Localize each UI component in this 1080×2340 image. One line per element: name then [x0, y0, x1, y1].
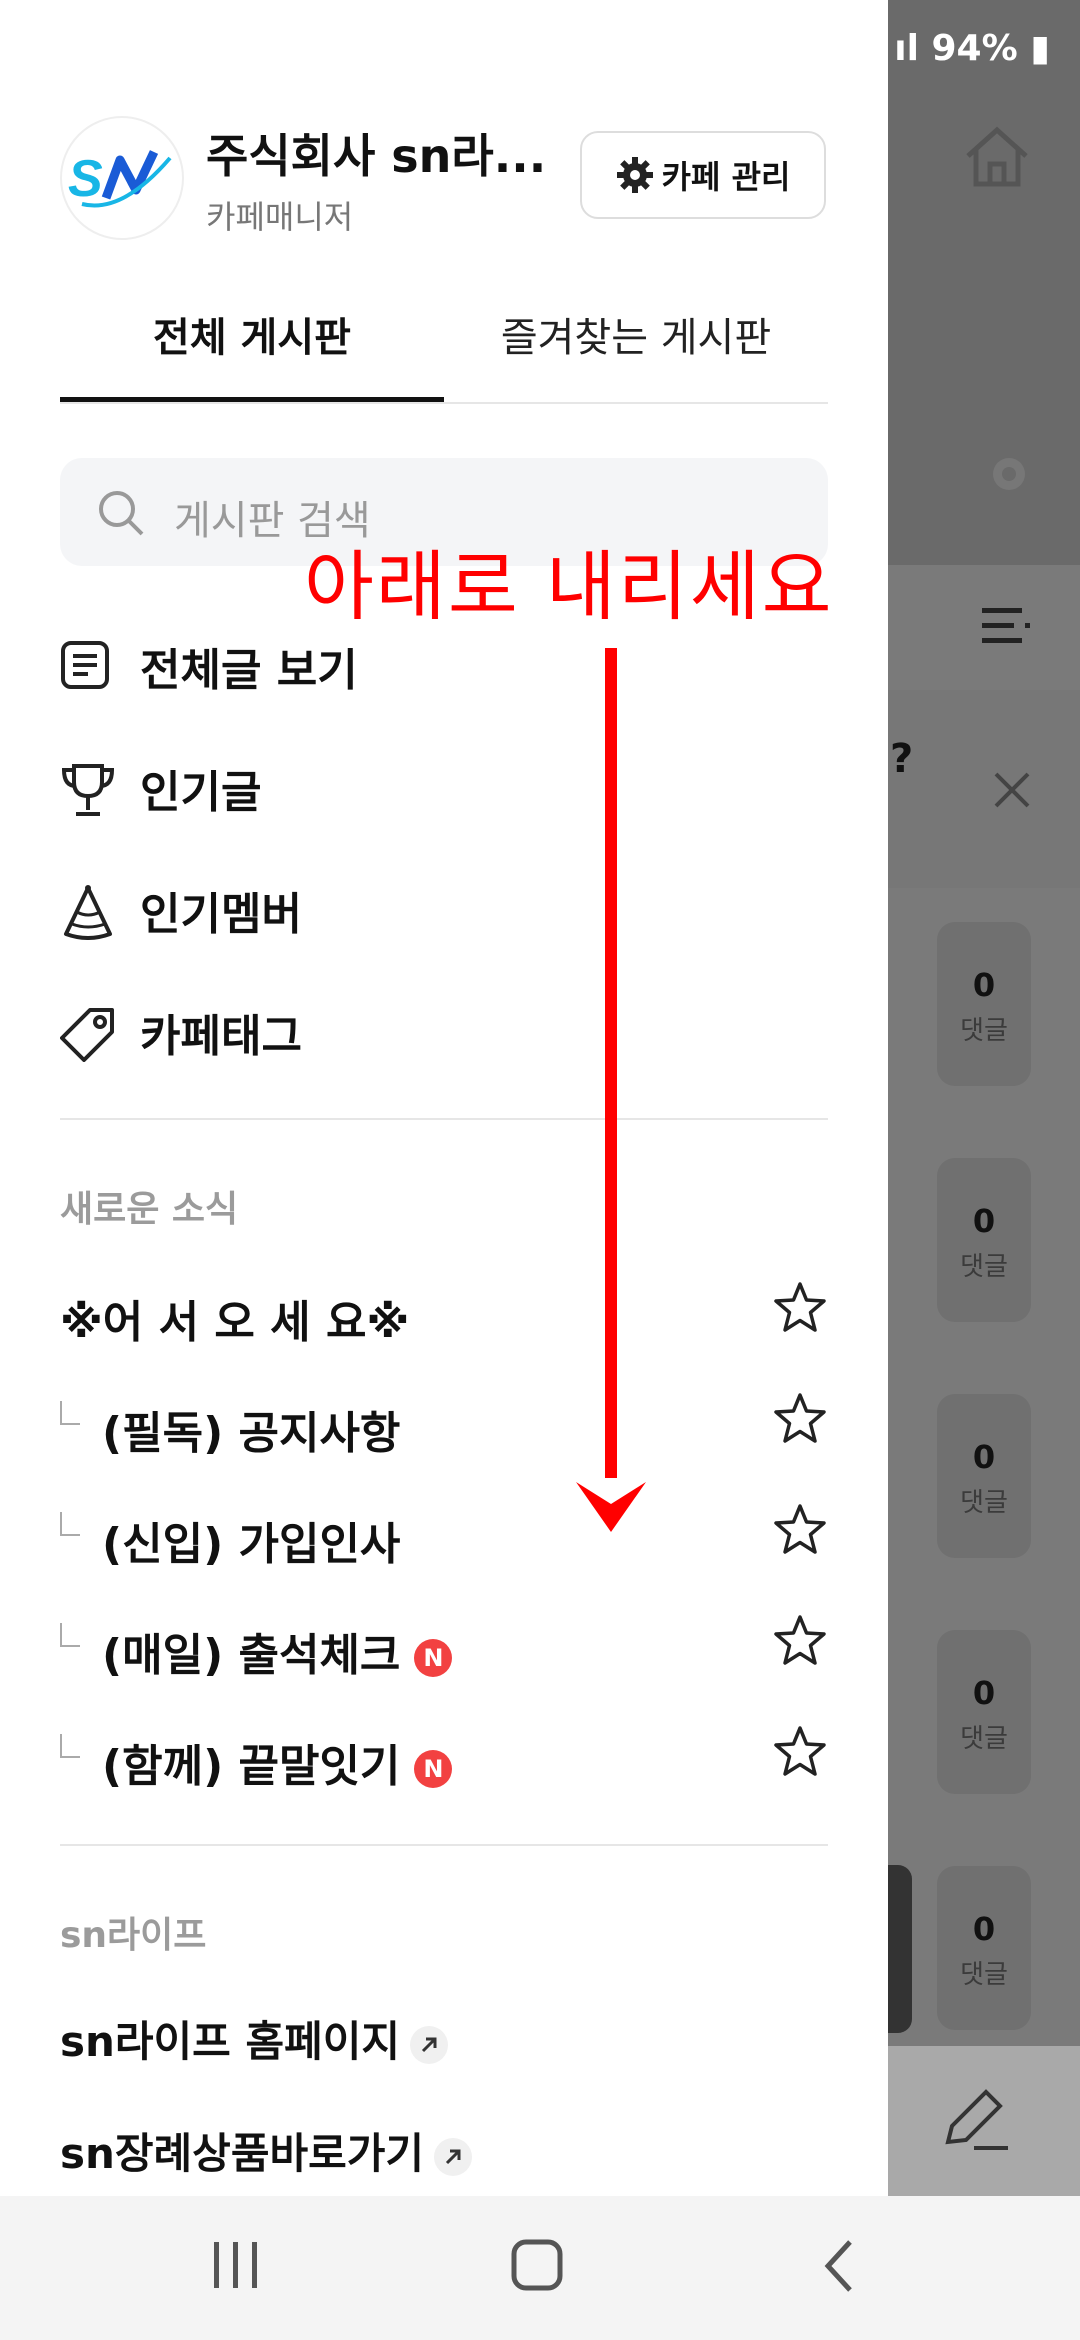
menu-popular-posts[interactable]: 인기글 [60, 742, 820, 822]
star-icon[interactable] [772, 1280, 828, 1336]
scroll-instruction-annotation: 아래로 내리세요 [304, 542, 834, 631]
menu-list-icon [982, 608, 1030, 643]
board-item[interactable]: (신입) 가입인사 [60, 1492, 828, 1572]
star-icon[interactable] [772, 1502, 828, 1558]
gear-icon [616, 157, 653, 193]
home-icon [966, 126, 1028, 187]
divider [60, 1118, 828, 1120]
sub-board-branch [60, 1512, 80, 1536]
signal-icon: ıl [894, 28, 932, 69]
star-icon[interactable] [772, 1724, 828, 1780]
comment-count: 0 댓글 [937, 1866, 1031, 2030]
external-link-icon [434, 2137, 473, 2176]
trophy-icon [61, 764, 115, 816]
gear-icon [993, 458, 1025, 490]
background-header [888, 0, 1080, 565]
board-item[interactable]: (매일) 출석체크 N [60, 1603, 828, 1683]
home-button-icon[interactable] [508, 2236, 568, 2296]
pencil-icon [945, 2089, 1008, 2150]
section-title-snlife: sn라이프 [60, 1915, 207, 1956]
tag-icon [60, 1008, 114, 1062]
star-icon[interactable] [772, 1391, 828, 1447]
battery-level: 94% [931, 28, 1018, 69]
battery-icon: ▮ [1017, 28, 1050, 69]
search-icon [99, 491, 144, 536]
down-arrow-icon [576, 648, 646, 1532]
cafe-name[interactable]: 주식회사 sn라... [206, 120, 546, 186]
party-hat-icon [64, 885, 112, 940]
new-badge: N [414, 1750, 453, 1788]
star-icon[interactable] [772, 1613, 828, 1669]
sub-board-branch [60, 1401, 80, 1425]
divider [60, 1844, 828, 1846]
write-button-area [888, 2046, 1080, 2196]
section-title-news: 새로운 소식 [60, 1189, 239, 1230]
svg-text:S: S [68, 150, 103, 208]
new-badge: N [414, 1639, 453, 1677]
question-mark: ? [890, 736, 914, 782]
tab-all-boards[interactable]: 전체 게시판 [60, 300, 444, 402]
menu-popular-members[interactable]: 인기멤버 [60, 864, 820, 944]
side-drawer: S 주식회사 sn라... 카페매니저 카페 관리 전체 게시판 즐겨찾는 게시… [0, 0, 888, 2196]
list-document-icon [61, 641, 109, 689]
recent-apps-icon[interactable] [208, 2236, 264, 2296]
board-item[interactable]: (필독) 공지사항 [60, 1381, 828, 1461]
comment-count: 0 댓글 [937, 1630, 1031, 1794]
board-item[interactable]: ※어 서 오 세 요※ [60, 1270, 828, 1350]
external-link-icon [410, 2025, 449, 2064]
board-item[interactable]: (함께) 끝말잇기 N [60, 1714, 828, 1794]
cafe-logo[interactable]: S [60, 116, 184, 240]
link-sn-funeral-products[interactable]: sn장례상품바로가기 [60, 2120, 473, 2181]
cafe-manage-button[interactable]: 카페 관리 [580, 131, 826, 219]
cafe-role: 카페매니저 [206, 198, 354, 236]
sn-logo-icon: S [68, 150, 172, 208]
thumbnail [888, 1865, 912, 2033]
sub-board-branch [60, 1623, 80, 1647]
status-bar: ıl 94% ▮ [894, 28, 1050, 69]
manage-label: 카페 관리 [661, 158, 791, 196]
comment-count: 0 댓글 [937, 1394, 1031, 1558]
background-notice: ? [888, 690, 1080, 888]
link-snlife-homepage[interactable]: sn라이프 홈페이지 [60, 2008, 449, 2069]
menu-cafe-tags[interactable]: 카페태그 [60, 986, 820, 1066]
close-icon [994, 772, 1030, 808]
sub-board-branch [60, 1734, 80, 1758]
comment-count: 0 댓글 [937, 1158, 1031, 1322]
back-icon[interactable] [820, 2236, 860, 2296]
board-tabs: 전체 게시판 즐겨찾는 게시판 [60, 300, 828, 404]
system-nav-bar [0, 2196, 1080, 2340]
tab-favorite-boards[interactable]: 즐겨찾는 게시판 [444, 300, 828, 400]
comment-count: 0 댓글 [937, 922, 1031, 1086]
